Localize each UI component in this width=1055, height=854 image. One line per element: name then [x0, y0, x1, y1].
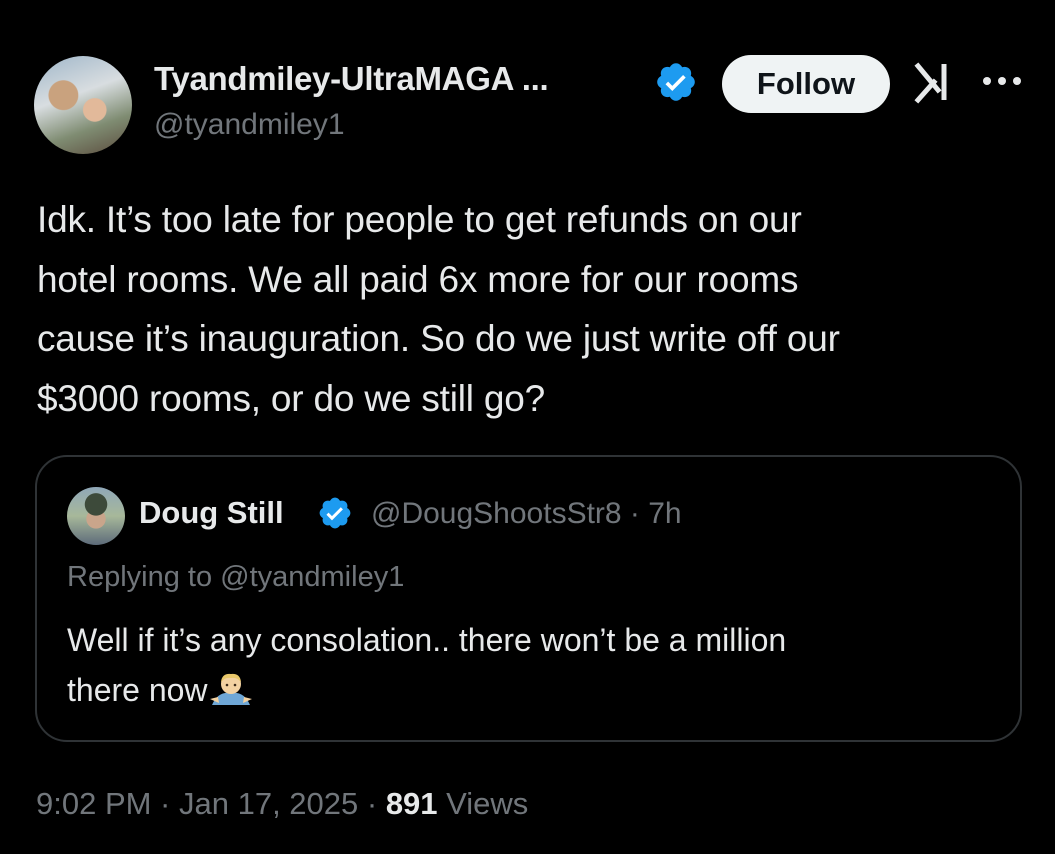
quote-author-avatar[interactable]: [67, 487, 125, 545]
grok-icon[interactable]: [914, 60, 954, 104]
tweet-timestamp[interactable]: 9:02 PM · Jan 17, 2025 ·: [36, 786, 386, 821]
quote-body-line2: there now: [67, 672, 208, 708]
quote-body: Well if it’s any consolation.. there won…: [67, 615, 997, 715]
views-count: 891: [385, 786, 438, 821]
more-options-icon[interactable]: [980, 74, 1024, 88]
verified-badge-icon: [319, 497, 351, 529]
quote-body-line1: Well if it’s any consolation.. there won…: [67, 622, 787, 658]
author-display-name[interactable]: Tyandmiley-UltraMAGA ...: [154, 60, 549, 98]
tweet-body: Idk. It’s too late for people to get ref…: [37, 199, 840, 419]
tweet-header: Tyandmiley-UltraMAGA ... @tyandmiley1 Fo…: [34, 52, 1024, 156]
author-handle[interactable]: @tyandmiley1: [154, 108, 345, 142]
author-name-row[interactable]: Tyandmiley-UltraMAGA ...: [154, 60, 549, 98]
quote-handle-time[interactable]: @DougShootsStr8 · 7h: [371, 497, 682, 531]
verified-badge-icon: [657, 63, 695, 101]
author-avatar[interactable]: [34, 56, 132, 154]
tweet-footer: 9:02 PM · Jan 17, 2025 · 891 Views: [36, 786, 528, 822]
man-shrugging-emoji-icon: [209, 673, 252, 705]
quoted-tweet[interactable]: Doug Still @DougShootsStr8 · 7h Replying…: [35, 455, 1022, 742]
quote-author-name[interactable]: Doug Still: [139, 495, 284, 531]
quote-replying-to[interactable]: Replying to @tyandmiley1: [67, 561, 404, 594]
views-label: Views: [437, 786, 529, 821]
follow-button[interactable]: Follow: [722, 55, 890, 113]
